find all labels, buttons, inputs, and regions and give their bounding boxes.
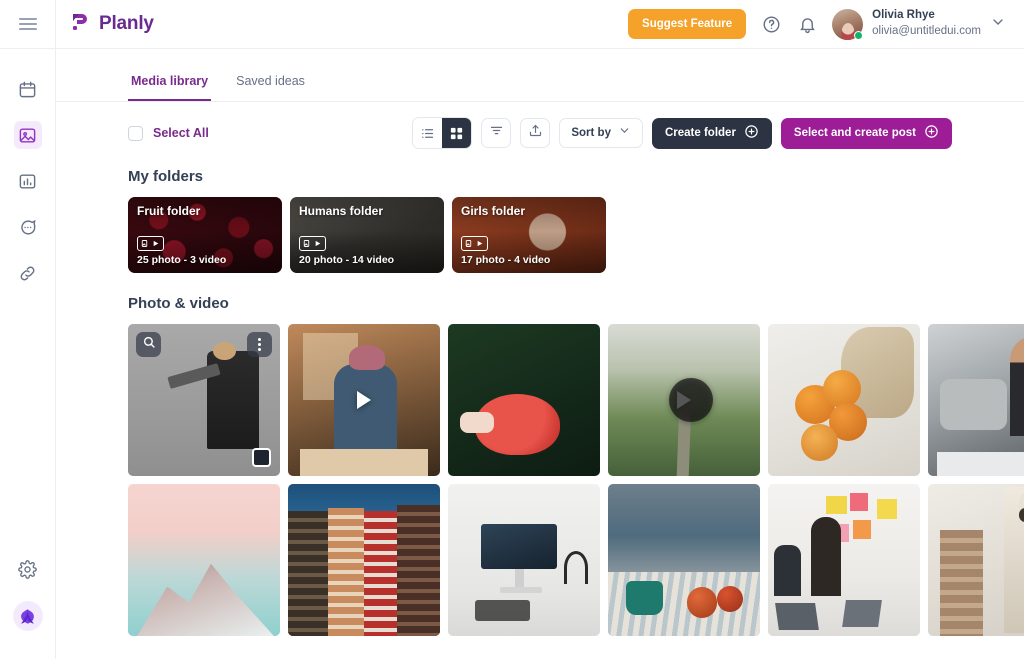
select-all-label: Select All (153, 126, 209, 140)
select-and-create-post-label: Select and create post (793, 127, 916, 139)
folder-name: Girls folder (461, 204, 526, 218)
calendar-icon (18, 80, 37, 99)
upload-icon (528, 123, 543, 143)
link-icon (18, 264, 37, 283)
suggest-feature-button[interactable]: Suggest Feature (628, 9, 747, 39)
media-tile[interactable] (288, 324, 440, 476)
media-tile[interactable] (448, 484, 600, 636)
grid-view-icon[interactable] (442, 118, 472, 148)
brand-logo[interactable]: Planly (68, 10, 154, 39)
planly-logo-icon (68, 10, 92, 39)
more-options-button[interactable] (247, 332, 272, 357)
select-all-control[interactable]: Select All (128, 125, 209, 141)
user-name: Olivia Rhye (872, 9, 935, 22)
chevron-down-icon[interactable] (990, 14, 1006, 35)
folder-meta: 20 photo - 14 video (299, 254, 395, 266)
plus-circle-icon (744, 124, 759, 142)
topbar-actions: Suggest Feature Olivia Rhye olivia@untit… (628, 8, 1006, 40)
media-tile[interactable] (448, 324, 600, 476)
sidebar-bottom (12, 555, 43, 659)
gear-icon (18, 559, 37, 579)
upload-button[interactable] (520, 118, 551, 148)
sort-by-dropdown[interactable]: Sort by (559, 118, 643, 148)
media-tile[interactable] (288, 484, 440, 636)
photo-video-icon (137, 236, 164, 251)
media-tile[interactable] (928, 324, 1024, 476)
view-toggle-group (412, 117, 473, 149)
photo-video-icon (299, 236, 326, 251)
magnifier-icon (142, 335, 156, 354)
media-tile[interactable] (928, 484, 1024, 636)
planly-leaf-icon[interactable] (12, 601, 43, 631)
media-tile[interactable] (608, 324, 760, 476)
media-tile[interactable] (608, 484, 760, 636)
tab-bar: Media library Saved ideas (56, 49, 1024, 102)
folder-card[interactable]: Humans folder 20 photo - 14 video (290, 197, 444, 273)
my-folders-title: My folders (128, 168, 204, 185)
folder-list: Fruit folder 25 photo - 3 video Humans f… (128, 197, 952, 273)
bar-chart-icon (18, 172, 37, 191)
media-tile[interactable] (768, 484, 920, 636)
brand-name: Planly (99, 13, 154, 34)
folder-meta: 17 photo - 4 video (461, 254, 551, 266)
topbar: Planly Suggest Feature Olivia Rhye olivi… (56, 0, 1024, 49)
sidebar-item-media[interactable] (13, 121, 42, 149)
media-tile[interactable] (128, 484, 280, 636)
photo-video-title: Photo & video (128, 295, 229, 312)
media-grid (128, 324, 1024, 636)
status-badge (854, 30, 864, 40)
create-folder-button[interactable]: Create folder (651, 117, 772, 149)
sidebar-item-messages[interactable] (14, 213, 42, 241)
select-and-create-post-button[interactable]: Select and create post (780, 117, 952, 149)
user-info: Olivia Rhye olivia@untitledui.com (872, 8, 981, 39)
hamburger-menu-icon[interactable] (18, 18, 37, 30)
plus-circle-icon (924, 124, 939, 142)
user-menu[interactable]: Olivia Rhye olivia@untitledui.com (832, 8, 1006, 40)
folder-meta: 25 photo - 3 video (137, 254, 227, 266)
photo-video-icon (461, 236, 488, 251)
tab-saved-ideas[interactable]: Saved ideas (233, 74, 308, 101)
sort-by-label: Sort by (571, 127, 611, 139)
more-vertical-icon (258, 337, 261, 352)
content-area: Select All Sort by Create folder Select … (56, 102, 1024, 659)
sidebar-item-settings[interactable] (14, 555, 42, 583)
filter-icon (489, 123, 504, 143)
preview-button[interactable] (136, 332, 161, 357)
chat-bubble-icon (18, 218, 37, 237)
menu-toggle[interactable] (0, 0, 55, 49)
app-root: Planly Suggest Feature Olivia Rhye olivi… (0, 0, 1024, 659)
sidebar-item-analytics[interactable] (14, 167, 42, 195)
select-all-checkbox[interactable] (128, 125, 143, 141)
folder-name: Humans folder (299, 204, 384, 218)
video-play-icon[interactable] (669, 378, 713, 422)
sidebar-nav (13, 75, 42, 287)
filter-button[interactable] (481, 118, 512, 148)
sidebar-item-links[interactable] (14, 259, 42, 287)
bell-icon[interactable] (796, 13, 818, 35)
toolbar-actions: Sort by Create folder Select and create … (412, 117, 952, 149)
media-tile[interactable] (768, 324, 920, 476)
folder-card[interactable]: Girls folder 17 photo - 4 video (452, 197, 606, 273)
avatar (832, 8, 864, 40)
media-select-checkbox[interactable] (252, 448, 271, 467)
list-view-icon[interactable] (413, 118, 443, 148)
sidebar-item-calendar[interactable] (14, 75, 42, 103)
chevron-down-icon (618, 124, 631, 142)
media-tile[interactable] (128, 324, 280, 476)
tab-media-library[interactable]: Media library (128, 74, 212, 101)
image-icon (18, 126, 37, 145)
sidebar (0, 0, 56, 659)
folder-name: Fruit folder (137, 204, 201, 218)
folder-card[interactable]: Fruit folder 25 photo - 3 video (128, 197, 282, 273)
question-circle-icon[interactable] (760, 13, 782, 35)
main-area: Planly Suggest Feature Olivia Rhye olivi… (56, 0, 1024, 659)
user-email: olivia@untitledui.com (872, 25, 981, 37)
toolbar: Select All Sort by Create folder Select … (128, 102, 952, 164)
create-folder-label: Create folder (664, 127, 736, 139)
video-play-icon[interactable] (357, 391, 371, 409)
